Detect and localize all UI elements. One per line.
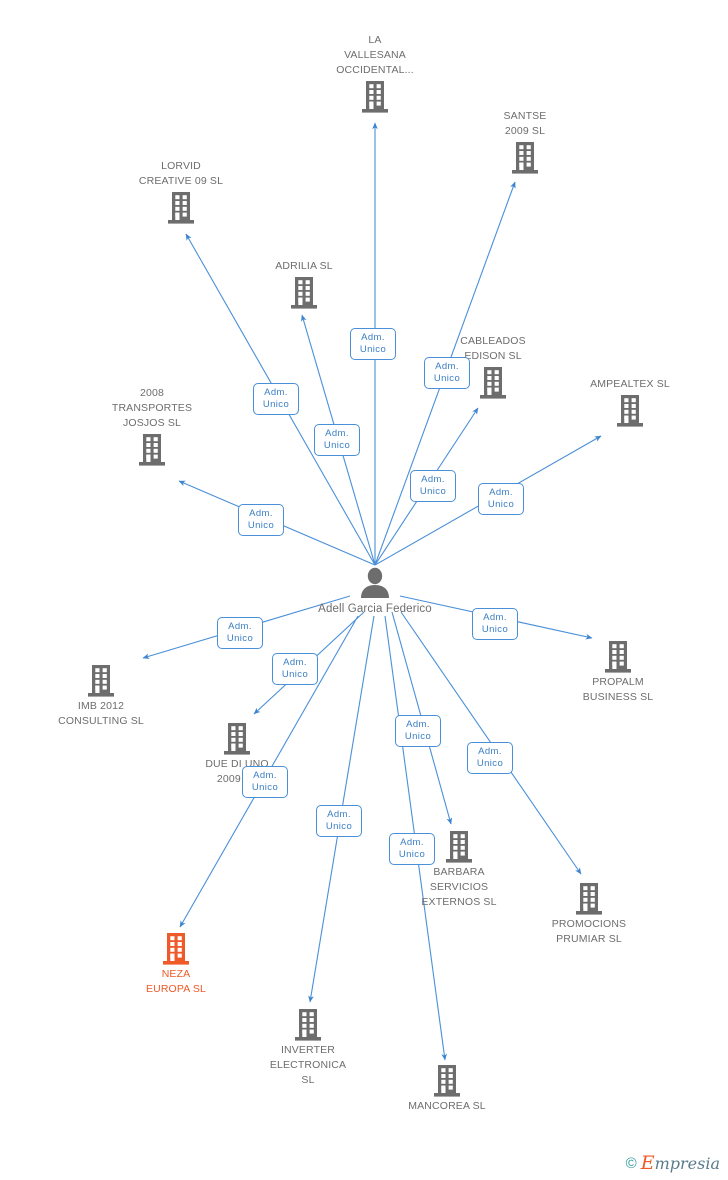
- edge-label-adm-unico[interactable]: Adm. Unico: [272, 653, 318, 685]
- edge-label-line-1: Adm.: [249, 508, 273, 519]
- edge-label-line-2: Unico: [251, 782, 279, 793]
- edge-label-line-2: Unico: [476, 758, 504, 769]
- edge-label-line-1: Adm.: [283, 657, 307, 668]
- node-label: ADRILIA SL: [275, 260, 333, 272]
- edge-label-line-1: Adm.: [421, 474, 445, 485]
- brand-initial: E: [640, 1152, 655, 1174]
- edge-label-line-2: Unico: [398, 849, 426, 860]
- building-icon[interactable]: [111, 190, 251, 225]
- building-icon[interactable]: [519, 881, 659, 916]
- edge-label-line-2: Unico: [247, 520, 275, 531]
- edge-label-line-1: Adm.: [361, 332, 385, 343]
- edge-label-adm-unico[interactable]: Adm. Unico: [316, 805, 362, 837]
- edge-label-adm-unico[interactable]: Adm. Unico: [472, 608, 518, 640]
- building-icon[interactable]: [305, 79, 445, 114]
- edge-label-adm-unico[interactable]: Adm. Unico: [242, 766, 288, 798]
- edge-label-line-2: Unico: [481, 624, 509, 635]
- edge-label-line-2: Unico: [419, 486, 447, 497]
- company-node[interactable]: LA VALLESANA OCCIDENTAL...: [305, 33, 445, 114]
- edge-label-line-2: Unico: [433, 373, 461, 384]
- edge-label-adm-unico[interactable]: Adm. Unico: [238, 504, 284, 536]
- edge-label-line-1: Adm.: [489, 487, 513, 498]
- edge-label-line-1: Adm.: [400, 837, 424, 848]
- node-label: MANCOREA SL: [408, 1100, 486, 1112]
- edge-label-adm-unico[interactable]: Adm. Unico: [253, 383, 299, 415]
- watermark: © Empresia: [625, 1152, 720, 1174]
- edge-label-adm-unico[interactable]: Adm. Unico: [467, 742, 513, 774]
- edge-label-line-2: Unico: [325, 821, 353, 832]
- edge-label-line-1: Adm.: [327, 809, 351, 820]
- edge-label-line-2: Unico: [281, 669, 309, 680]
- brand-rest: mpresia: [654, 1154, 720, 1173]
- node-label: INVERTER ELECTRONICA SL: [269, 1044, 347, 1086]
- node-label: LORVID CREATIVE 09 SL: [138, 160, 224, 187]
- person-icon[interactable]: [305, 566, 445, 600]
- edge-label-line-1: Adm.: [478, 746, 502, 757]
- company-node[interactable]: IMB 2012 CONSULTING SL: [31, 663, 171, 729]
- node-label: IMB 2012 CONSULTING SL: [58, 700, 144, 727]
- building-icon[interactable]: [106, 931, 246, 966]
- building-icon[interactable]: [31, 663, 171, 698]
- edge-label-adm-unico[interactable]: Adm. Unico: [314, 424, 360, 456]
- edge-label-line-1: Adm.: [253, 770, 277, 781]
- company-node[interactable]: PROMOCIONS PRUMIAR SL: [519, 881, 659, 947]
- edge-label-line-1: Adm.: [483, 612, 507, 623]
- edge-label-line-1: Adm.: [325, 428, 349, 439]
- edge-label-line-1: Adm.: [435, 361, 459, 372]
- edge-label-line-2: Unico: [359, 344, 387, 355]
- edge-label-adm-unico[interactable]: Adm. Unico: [424, 357, 470, 389]
- company-node[interactable]: MANCOREA SL: [377, 1063, 517, 1114]
- node-label: PROMOCIONS PRUMIAR SL: [551, 918, 627, 945]
- company-node[interactable]: AMPEALTEX SL: [560, 377, 700, 428]
- node-label: Adell Garcia Federico: [318, 603, 432, 615]
- edge-label-adm-unico[interactable]: Adm. Unico: [350, 328, 396, 360]
- brand-name: Empresia: [640, 1152, 720, 1174]
- company-node[interactable]: 2008 TRANSPORTES JOSJOS SL: [82, 386, 222, 467]
- building-icon[interactable]: [377, 1063, 517, 1098]
- company-node[interactable]: SANTSE 2009 SL: [455, 109, 595, 175]
- edge-label-line-2: Unico: [226, 633, 254, 644]
- edge-label-adm-unico[interactable]: Adm. Unico: [395, 715, 441, 747]
- building-icon[interactable]: [548, 639, 688, 674]
- company-node[interactable]: INVERTER ELECTRONICA SL: [238, 1007, 378, 1088]
- edge-label-line-1: Adm.: [228, 621, 252, 632]
- edge-label-adm-unico[interactable]: Adm. Unico: [478, 483, 524, 515]
- company-node[interactable]: LORVID CREATIVE 09 SL: [111, 159, 251, 225]
- node-label: BARBARA SERVICIOS EXTERNOS SL: [421, 866, 497, 908]
- node-label: 2008 TRANSPORTES JOSJOS SL: [111, 387, 193, 429]
- edge-label-adm-unico[interactable]: Adm. Unico: [410, 470, 456, 502]
- edge-label-line-2: Unico: [404, 731, 432, 742]
- node-label: SANTSE 2009 SL: [503, 110, 547, 137]
- node-label: LA VALLESANA OCCIDENTAL...: [336, 34, 414, 76]
- edge-label-adm-unico[interactable]: Adm. Unico: [389, 833, 435, 865]
- node-label: PROPALM BUSINESS SL: [582, 676, 654, 703]
- network-diagram-canvas: LA VALLESANA OCCIDENTAL... SANTSE 2009 SL…: [0, 0, 728, 1180]
- edge-label-line-2: Unico: [262, 399, 290, 410]
- node-label: AMPEALTEX SL: [590, 378, 670, 390]
- edge-label-line-1: Adm.: [406, 719, 430, 730]
- edge-label-line-2: Unico: [487, 499, 515, 510]
- building-icon[interactable]: [234, 275, 374, 310]
- copyright-icon: ©: [625, 1155, 637, 1172]
- building-icon[interactable]: [560, 393, 700, 428]
- edge-label-line-2: Unico: [323, 440, 351, 451]
- person-node[interactable]: Adell Garcia Federico: [305, 566, 445, 617]
- building-icon[interactable]: [82, 432, 222, 467]
- company-node[interactable]: PROPALM BUSINESS SL: [548, 639, 688, 705]
- company-node[interactable]: ADRILIA SL: [234, 259, 374, 310]
- edge-label-line-1: Adm.: [264, 387, 288, 398]
- building-icon[interactable]: [238, 1007, 378, 1042]
- building-icon[interactable]: [455, 140, 595, 175]
- node-label: NEZA EUROPA SL: [145, 968, 207, 995]
- building-icon[interactable]: [167, 721, 307, 756]
- edge-label-adm-unico[interactable]: Adm. Unico: [217, 617, 263, 649]
- company-node[interactable]: NEZA EUROPA SL: [106, 931, 246, 997]
